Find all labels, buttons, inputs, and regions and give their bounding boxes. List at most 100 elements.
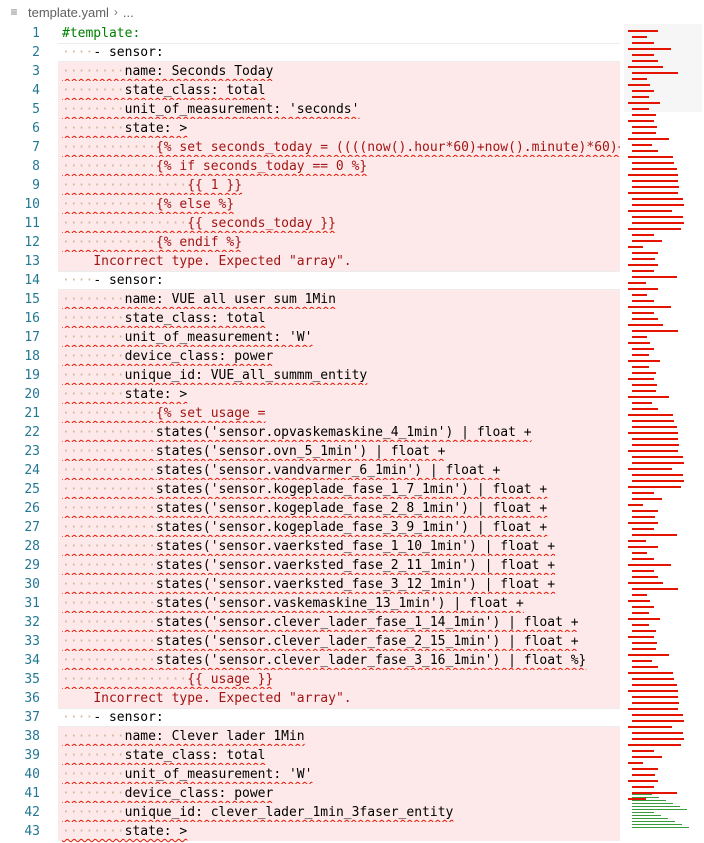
minimap-line — [632, 702, 679, 704]
code-line[interactable]: 29 ············states('sensor.vaerksted_f… — [0, 556, 620, 575]
code-line[interactable]: 43 ········state: > — [0, 822, 620, 841]
line-number: 38 — [24, 729, 40, 744]
code-line[interactable]: 5 ········unit_of_measurement: 'seconds' — [0, 100, 620, 119]
breadcrumb-more[interactable]: ... — [123, 5, 134, 20]
code-line[interactable]: 18 ········device_class: power — [0, 347, 620, 366]
code-line[interactable]: 14 ····- sensor: — [0, 271, 620, 290]
minimap[interactable] — [624, 24, 702, 843]
line-content: unit_of_measurement: 'W' — [124, 330, 313, 345]
code-line[interactable]: 22 ············states('sensor.opvaskemask… — [0, 423, 620, 442]
code-line[interactable]: 33 ············states('sensor.clever_lade… — [0, 632, 620, 651]
code-line[interactable]: 37 ····- sensor: — [0, 708, 620, 727]
code-line[interactable]: 9 ················{{ 1 }} — [0, 176, 620, 195]
code-line[interactable]: 40 ········unit_of_measurement: 'W' — [0, 765, 620, 784]
line-number: 34 — [24, 653, 40, 668]
minimap-line — [628, 636, 654, 638]
minimap-line — [628, 432, 678, 434]
indent-guide: ············ — [62, 615, 156, 630]
code-text: ········device_class: power — [62, 347, 273, 366]
line-content: state: > — [124, 387, 188, 402]
code-text: ····- sensor: — [62, 43, 164, 62]
code-line[interactable]: 20 ········state: > — [0, 385, 620, 404]
code-line[interactable]: 12 ············{% endif %} — [0, 233, 620, 252]
indent-guide: ········ — [62, 387, 125, 402]
code-text: ········unit_of_measurement: 'seconds' — [62, 100, 359, 119]
minimap-line — [632, 456, 683, 458]
code-line[interactable]: 16 ········state_class: total — [0, 309, 620, 328]
minimap-line — [628, 522, 658, 524]
diagnostic-message: Incorrect type. Expected "array". — [62, 689, 351, 708]
code-line[interactable]: 39 ········state_class: total — [0, 746, 620, 765]
code-line[interactable]: 8 ············{% if seconds_today == 0 %} — [0, 157, 620, 176]
minimap-line — [628, 264, 658, 266]
minimap-line — [632, 372, 656, 374]
code-line[interactable]: 15 ········name: VUE all user sum 1Min — [0, 290, 620, 309]
minimap-line — [632, 809, 687, 810]
code-line[interactable]: 25 ············states('sensor.kogeplade_f… — [0, 480, 620, 499]
line-content: device_class: power — [124, 786, 274, 801]
minimap-line — [632, 720, 684, 722]
code-line[interactable]: 11 ················{{ seconds_today }} — [0, 214, 620, 233]
minimap-line — [632, 824, 682, 825]
minimap-line — [628, 726, 672, 728]
minimap-line — [628, 546, 658, 548]
code-line[interactable]: 38 ········name: Clever lader 1Min — [0, 727, 620, 746]
code-line[interactable]: 21 ············{% set usage = — [0, 404, 620, 423]
code-line[interactable]: 32 ············states('sensor.clever_lade… — [0, 613, 620, 632]
minimap-line — [632, 300, 654, 302]
code-editor[interactable]: 1 #template: 2 ····- sensor: 3 ········name: … — [0, 24, 620, 843]
minimap-line — [632, 812, 654, 813]
code-line[interactable]: 31 ············states('sensor.vaskemaskin… — [0, 594, 620, 613]
code-line[interactable]: 17 ········unit_of_measurement: 'W' — [0, 328, 620, 347]
minimap-line — [632, 794, 652, 795]
line-content: state_class: total — [124, 748, 266, 763]
code-text: ········state: > — [62, 119, 187, 138]
line-number: 43 — [24, 824, 40, 839]
minimap-line — [632, 78, 647, 80]
line-number: 2 — [32, 45, 40, 60]
code-line[interactable]: 1 #template: — [0, 24, 620, 43]
diagnostic-message-line[interactable]: 36 Incorrect type. Expected "array". — [0, 689, 620, 708]
minimap-line — [632, 510, 658, 512]
line-number: 33 — [24, 634, 40, 649]
code-line[interactable]: 7 ············{% set seconds_today = ((((… — [0, 138, 620, 157]
code-line[interactable]: 3 ········name: Seconds Today — [0, 62, 620, 81]
line-number: 15 — [24, 292, 40, 307]
minimap-line — [628, 288, 658, 290]
code-line[interactable]: 35 ················{{ usage }} — [0, 670, 620, 689]
code-text: ········unique_id: VUE_all_summm_entity — [62, 366, 367, 385]
minimap-line — [632, 797, 659, 798]
line-number: 12 — [24, 235, 40, 250]
code-line[interactable]: 6 ········state: > — [0, 119, 620, 138]
line-number: 42 — [24, 805, 40, 820]
code-line[interactable]: 26 ············states('sensor.kogeplade_f… — [0, 499, 620, 518]
minimap-line — [632, 336, 647, 338]
code-line[interactable]: 30 ············states('sensor.vaerksted_f… — [0, 575, 620, 594]
code-line[interactable]: 28 ············states('sensor.vaerksted_f… — [0, 537, 620, 556]
diagnostic-message-line[interactable]: 13 Incorrect type. Expected "array". — [0, 252, 620, 271]
line-content: state_class: total — [124, 311, 266, 326]
minimap-line — [632, 204, 684, 206]
code-line[interactable]: 34 ············states('sensor.clever_lade… — [0, 651, 620, 670]
code-line[interactable]: 23 ············states('sensor.ovn_5_1min'… — [0, 442, 620, 461]
breadcrumb-file[interactable]: template.yaml — [28, 5, 109, 20]
code-line[interactable]: 10 ············{% else %} — [0, 195, 620, 214]
minimap-line — [632, 366, 649, 368]
minimap-line — [632, 42, 654, 44]
code-line[interactable]: 27 ············states('sensor.kogeplade_f… — [0, 518, 620, 537]
code-text: ············states('sensor.vaerksted_fas… — [62, 556, 555, 575]
code-line[interactable]: 19 ········unique_id: VUE_all_summm_entit… — [0, 366, 620, 385]
code-line[interactable]: 24 ············states('sensor.vandvarmer_… — [0, 461, 620, 480]
code-line[interactable]: 41 ········device_class: power — [0, 784, 620, 803]
minimap-line — [628, 780, 658, 782]
code-line[interactable]: 4 ········state_class: total — [0, 81, 620, 100]
minimap-line — [632, 528, 654, 530]
indent-guide: ········ — [62, 311, 125, 326]
line-content: name: Clever lader 1Min — [124, 729, 305, 744]
code-line[interactable]: 42 ········unique_id: clever_lader_1min_3… — [0, 803, 620, 822]
indent-guide: ············ — [62, 558, 156, 573]
minimap-line — [628, 324, 663, 326]
code-line[interactable]: 2 ····- sensor: — [0, 43, 620, 62]
minimap-line — [632, 612, 649, 614]
breadcrumb[interactable]: ≡ template.yaml › ... — [0, 0, 704, 24]
